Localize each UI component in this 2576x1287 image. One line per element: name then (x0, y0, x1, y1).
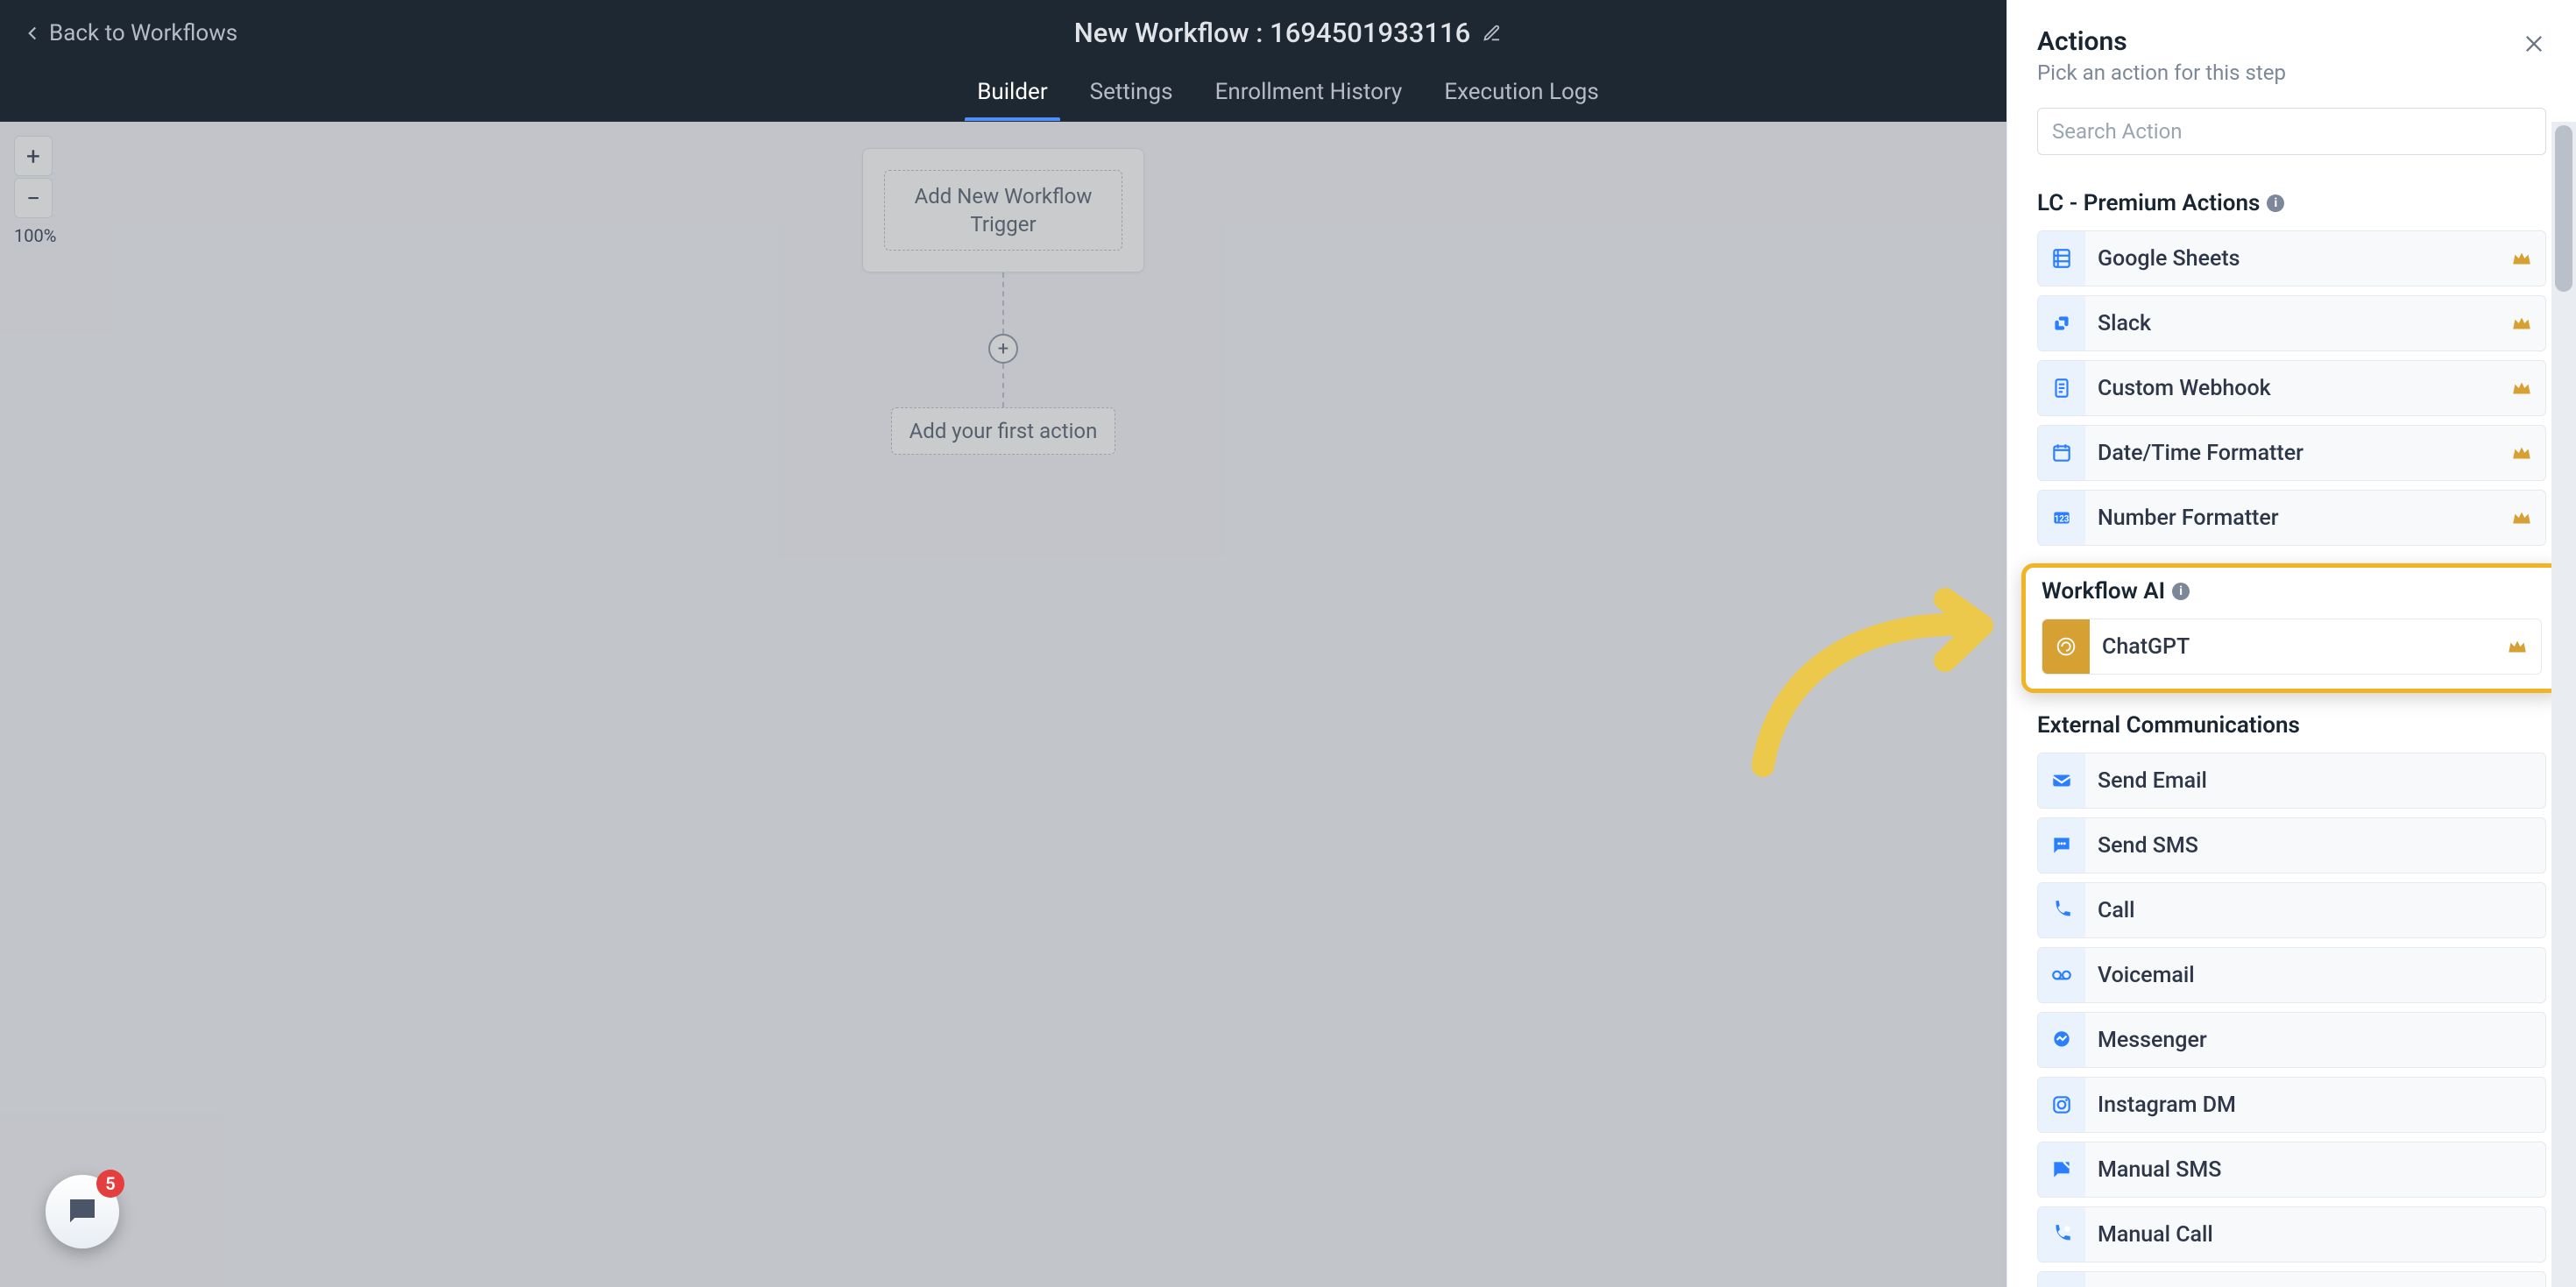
chatgpt-icon (2042, 619, 2090, 674)
action-chatgpt[interactable]: ChatGPT (2042, 619, 2542, 675)
chat-badge: 5 (96, 1170, 124, 1198)
action-date-formatter[interactable]: Date/Time Formatter (2037, 425, 2546, 481)
action-send-sms[interactable]: Send SMS (2037, 817, 2546, 873)
action-number-formatter[interactable]: 123 Number Formatter (2037, 490, 2546, 546)
info-icon[interactable]: i (2267, 194, 2284, 212)
action-messenger[interactable]: Messenger (2037, 1012, 2546, 1068)
close-panel-button[interactable] (2522, 32, 2546, 56)
call-icon (2038, 883, 2085, 937)
action-slack[interactable]: Slack (2037, 295, 2546, 351)
webhook-icon (2038, 361, 2085, 415)
manual-sms-icon (2038, 1142, 2085, 1197)
action-instagram-dm[interactable]: Instagram DM (2037, 1077, 2546, 1133)
workflow-title-text: New Workflow : 1694501933116 (1074, 17, 1470, 49)
section-external-title: External Communications (2037, 712, 2546, 739)
tab-execution-logs[interactable]: Execution Logs (1423, 79, 1619, 121)
tab-builder[interactable]: Builder (956, 79, 1068, 121)
sheets-icon (2038, 231, 2085, 286)
edit-title-icon[interactable] (1483, 24, 1502, 43)
panel-subtitle: Pick an action for this step (2037, 60, 2546, 85)
number-icon: 123 (2038, 491, 2085, 545)
action-gmb-messaging[interactable]: GMB Messaging (2037, 1271, 2546, 1287)
instagram-icon (2038, 1078, 2085, 1132)
svg-text:123: 123 (2055, 514, 2070, 524)
main-area: + − 100% Add New Workflow Trigger + Add … (0, 122, 2576, 1287)
action-manual-sms[interactable]: Manual SMS (2037, 1142, 2546, 1198)
premium-crown-icon (2506, 635, 2529, 658)
close-icon (2522, 32, 2546, 56)
sms-icon (2038, 818, 2085, 873)
action-voicemail[interactable]: Voicemail (2037, 947, 2546, 1003)
action-call[interactable]: Call (2037, 882, 2546, 938)
date-icon (2038, 426, 2085, 480)
action-manual-call[interactable]: Manual Call (2037, 1206, 2546, 1262)
back-to-workflows-button[interactable]: Back to Workflows (21, 20, 237, 46)
premium-crown-icon (2510, 377, 2533, 400)
panel-title: Actions (2037, 26, 2546, 57)
info-icon[interactable]: i (2172, 583, 2190, 600)
actions-side-panel: Actions Pick an action for this step LC … (2006, 0, 2576, 1287)
scrollbar-thumb[interactable] (2555, 125, 2572, 292)
premium-crown-icon (2510, 506, 2533, 529)
chevron-left-icon (21, 22, 44, 45)
chat-icon (64, 1193, 101, 1230)
premium-crown-icon (2510, 247, 2533, 270)
email-icon (2038, 753, 2085, 808)
page-scrollbar[interactable] (2551, 122, 2576, 1287)
section-premium-title: LC - Premium Actions i (2037, 190, 2546, 216)
back-label: Back to Workflows (49, 20, 237, 46)
workflow-ai-highlight-section: Workflow AI i ChatGPT (2021, 563, 2562, 693)
premium-crown-icon (2510, 442, 2533, 464)
chat-support-button[interactable]: 5 (46, 1175, 119, 1248)
search-action-input[interactable] (2037, 108, 2546, 155)
premium-crown-icon (2510, 312, 2533, 335)
section-workflow-ai-title: Workflow AI i (2042, 578, 2542, 605)
action-custom-webhook[interactable]: Custom Webhook (2037, 360, 2546, 416)
canvas-dim-overlay (0, 122, 2006, 1287)
tab-enrollment-history[interactable]: Enrollment History (1194, 79, 1424, 121)
gmb-icon (2038, 1272, 2085, 1287)
actions-list-scroll[interactable]: LC - Premium Actions i Google Sheets Sla… (2007, 171, 2576, 1287)
messenger-icon (2038, 1013, 2085, 1067)
action-google-sheets[interactable]: Google Sheets (2037, 230, 2546, 286)
voicemail-icon (2038, 948, 2085, 1002)
workflow-canvas[interactable]: + − 100% Add New Workflow Trigger + Add … (0, 122, 2006, 1287)
slack-icon (2038, 296, 2085, 350)
panel-header: Actions Pick an action for this step (2007, 0, 2576, 99)
action-send-email[interactable]: Send Email (2037, 753, 2546, 809)
manual-call-icon (2038, 1207, 2085, 1262)
workflow-title: New Workflow : 1694501933116 (1074, 17, 1502, 49)
tab-settings[interactable]: Settings (1069, 79, 1194, 121)
